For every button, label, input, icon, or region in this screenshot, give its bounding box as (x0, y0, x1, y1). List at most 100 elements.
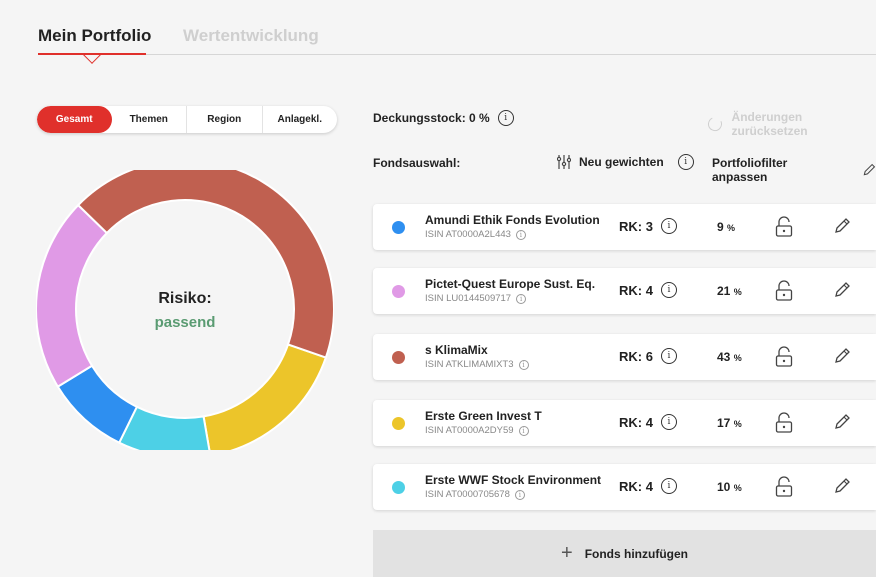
fund-weight-unit: % (727, 223, 736, 233)
info-icon[interactable]: i (518, 425, 529, 436)
fund-weight: 9 % (717, 220, 735, 234)
risk-label: Risiko: (158, 290, 211, 307)
fund-isin: ISIN ATKLIMAMIXT3 (425, 359, 514, 370)
fund-weight-value: 10 (717, 480, 731, 494)
unlocked-lock-icon[interactable] (775, 476, 793, 498)
portfolio-donut-chart: Risiko: passend (36, 170, 334, 450)
fund-name: Erste WWF Stock Environment (425, 473, 602, 487)
unlocked-lock-icon[interactable] (775, 412, 793, 434)
segment-gesamt[interactable]: Gesamt (37, 106, 112, 133)
active-tab-underline (38, 53, 146, 55)
reweight-label: Neu gewichten (579, 155, 664, 169)
risk-class-text: RK: 4 (619, 478, 653, 494)
undo-icon (706, 115, 724, 133)
fund-row[interactable]: Pictet-Quest Europe Sust. Eq. ISIN LU014… (373, 268, 876, 314)
pencil-icon[interactable] (833, 413, 851, 431)
info-icon[interactable]: i (677, 154, 694, 170)
info-icon[interactable]: i (660, 414, 677, 430)
fund-row[interactable]: Erste Green Invest T ISIN AT0000A2DY59 i… (373, 400, 876, 446)
unlocked-lock-icon[interactable] (775, 216, 793, 238)
fund-color-dot (392, 351, 405, 364)
fund-weight-unit: % (733, 353, 742, 363)
segment-region[interactable]: Region (187, 106, 263, 133)
pencil-icon[interactable] (833, 281, 851, 299)
info-icon[interactable]: i (518, 359, 529, 370)
pencil-icon (863, 163, 876, 176)
fund-weight: 17 % (717, 416, 742, 430)
risk-class-text: RK: 3 (619, 218, 653, 234)
info-icon[interactable]: i (514, 489, 525, 500)
fondsauswahl-label: Fondsauswahl: (373, 156, 461, 170)
risk-value: passend (155, 314, 216, 331)
fund-weight: 21 % (717, 284, 742, 298)
info-icon[interactable]: i (660, 478, 677, 494)
fund-row[interactable]: Erste WWF Stock Environment ISIN AT00007… (373, 464, 876, 510)
fund-weight-value: 9 (717, 220, 724, 234)
fund-weight-unit: % (733, 287, 742, 297)
fund-isin: ISIN AT0000A2DY59 (425, 425, 514, 436)
unlocked-lock-icon[interactable] (775, 346, 793, 368)
fund-isin: ISIN AT0000A2L443 (425, 229, 511, 240)
segment-themen[interactable]: Themen (112, 106, 187, 133)
fund-weight: 10 % (717, 480, 742, 494)
portfolio-filter-label: Portfoliofilter anpassen (712, 156, 788, 184)
fund-risk-class: RK: 4 i (619, 414, 677, 430)
segment-anlageklasse[interactable]: Anlagekl. (263, 106, 338, 133)
fund-isin: ISIN LU0144509717 (425, 293, 512, 304)
tab-bar: Mein Portfolio Wertentwicklung (38, 0, 876, 64)
info-icon[interactable]: i (497, 110, 514, 126)
fund-isin-row: ISIN AT0000A2DY59 i (425, 425, 529, 436)
donut-slice (36, 203, 109, 389)
tab-wertentwicklung[interactable]: Wertentwicklung (183, 26, 319, 46)
pencil-icon[interactable] (833, 217, 851, 235)
add-fund-button[interactable]: + Fonds hinzufügen (373, 530, 876, 577)
fund-isin-row: ISIN LU0144509717 i (425, 293, 527, 304)
add-fund-label: Fonds hinzufügen (584, 546, 688, 561)
fund-risk-class: RK: 4 i (619, 478, 677, 494)
info-icon[interactable]: i (515, 229, 526, 240)
info-icon[interactable]: i (660, 282, 677, 298)
reset-changes-button[interactable]: Änderungen zurücksetzen (706, 110, 876, 138)
fund-risk-class: RK: 4 i (619, 282, 677, 298)
fund-color-dot (392, 221, 405, 234)
fund-name: Amundi Ethik Fonds Evolution (425, 213, 600, 227)
pencil-icon[interactable] (833, 477, 851, 495)
sliders-icon (557, 155, 571, 169)
fund-weight-unit: % (733, 483, 742, 493)
risk-class-text: RK: 4 (619, 414, 653, 430)
reweight-button[interactable]: Neu gewichten i (557, 154, 694, 170)
fund-isin-row: ISIN AT0000A2L443 i (425, 229, 526, 240)
risk-class-text: RK: 4 (619, 282, 653, 298)
fund-row[interactable]: Amundi Ethik Fonds Evolution ISIN AT0000… (373, 204, 876, 250)
fund-color-dot (392, 481, 405, 494)
fund-name: s KlimaMix (425, 343, 488, 357)
pencil-icon[interactable] (833, 347, 851, 365)
donut-slice (202, 343, 328, 450)
fund-color-dot (392, 417, 405, 430)
fund-color-dot (392, 285, 405, 298)
fund-row[interactable]: s KlimaMix ISIN ATKLIMAMIXT3 i RK: 6 i 4… (373, 334, 876, 380)
info-icon[interactable]: i (516, 293, 527, 304)
tab-mein-portfolio[interactable]: Mein Portfolio (38, 26, 151, 46)
fund-isin: ISIN AT0000705678 (425, 489, 510, 500)
reset-label: Änderungen zurücksetzen (731, 110, 808, 138)
portfolio-filter-button[interactable]: Portfoliofilter anpassen (712, 156, 876, 184)
deckungsstock-label: Deckungsstock: 0 % (373, 111, 490, 125)
risk-class-text: RK: 6 (619, 348, 653, 364)
fund-name: Erste Green Invest T (425, 409, 542, 423)
plus-icon: + (561, 542, 573, 564)
fund-name: Pictet-Quest Europe Sust. Eq. (425, 277, 596, 291)
unlocked-lock-icon[interactable] (775, 280, 793, 302)
fund-isin-row: ISIN ATKLIMAMIXT3 i (425, 359, 529, 370)
fund-weight: 43 % (717, 350, 742, 364)
view-segmented-control: Gesamt Themen Region Anlagekl. (37, 106, 337, 133)
info-icon[interactable]: i (660, 218, 677, 234)
fund-weight-value: 43 (717, 350, 731, 364)
fund-weight-value: 21 (717, 284, 731, 298)
fund-weight-unit: % (733, 419, 742, 429)
deckungsstock-row: Deckungsstock: 0 % i (373, 110, 514, 126)
fund-isin-row: ISIN AT0000705678 i (425, 489, 525, 500)
fund-risk-class: RK: 3 i (619, 218, 677, 234)
info-icon[interactable]: i (660, 348, 677, 364)
fund-risk-class: RK: 6 i (619, 348, 677, 364)
